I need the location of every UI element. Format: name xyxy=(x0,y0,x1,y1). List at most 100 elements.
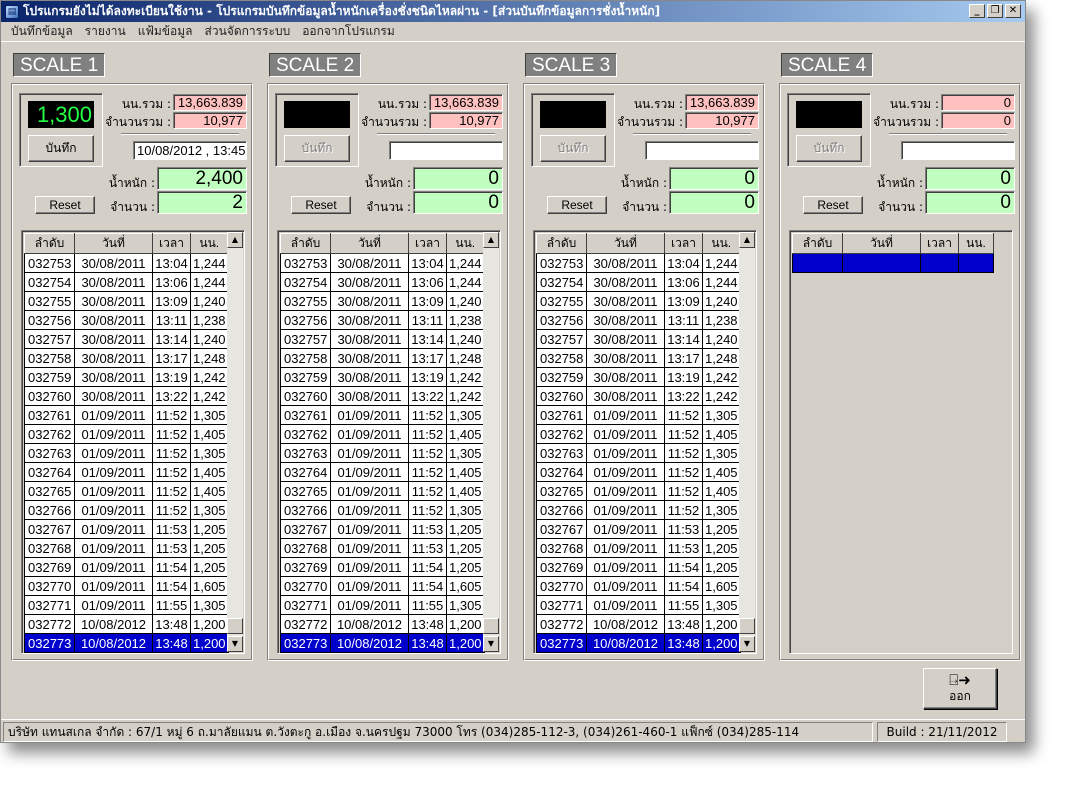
grid-column-header[interactable]: เวลา xyxy=(664,233,703,254)
table-row[interactable]: 032754 30/08/2011 13:06 1,244 xyxy=(24,272,229,292)
table-row[interactable]: 032760 30/08/2011 13:22 1,242 xyxy=(280,386,485,406)
grid-column-header[interactable]: วันที่ xyxy=(586,233,665,254)
scroll-up-icon[interactable]: ▲ xyxy=(739,232,755,248)
table-row[interactable]: 032763 01/09/2011 11:52 1,305 xyxy=(280,443,485,463)
grid-column-header[interactable]: นน. xyxy=(190,233,229,254)
grid-column-header[interactable]: เวลา xyxy=(920,233,959,254)
grid-column-header[interactable]: นน. xyxy=(702,233,741,254)
table-row[interactable]: 032762 01/09/2011 11:52 1,405 xyxy=(280,424,485,444)
table-row[interactable]: 032761 01/09/2011 11:52 1,305 xyxy=(536,405,741,425)
scale-1-reset-button[interactable]: Reset xyxy=(35,196,95,214)
table-row[interactable]: 032756 30/08/2011 13:11 1,238 xyxy=(536,310,741,330)
menu-exit[interactable]: ออกจากโปรแกรม xyxy=(296,22,401,41)
table-row-empty[interactable] xyxy=(792,253,994,273)
title-bar[interactable]: ▤ โปรแกรมยังไม่ได้ลงทะเบียนใช้งาน - โปรแ… xyxy=(1,1,1025,22)
table-row[interactable]: 032757 30/08/2011 13:14 1,240 xyxy=(280,329,485,349)
grid-column-header[interactable]: ลำดับ xyxy=(536,233,587,254)
grid-column-header[interactable]: ลำดับ xyxy=(24,233,75,254)
table-row[interactable]: 032766 01/09/2011 11:52 1,305 xyxy=(536,500,741,520)
table-row[interactable]: 032769 01/09/2011 11:54 1,205 xyxy=(280,557,485,577)
scroll-down-icon[interactable]: ▼ xyxy=(739,636,755,652)
table-row[interactable]: 032755 30/08/2011 13:09 1,240 xyxy=(536,291,741,311)
table-row[interactable]: 032759 30/08/2011 13:19 1,242 xyxy=(24,367,229,387)
table-row[interactable]: 032760 30/08/2011 13:22 1,242 xyxy=(24,386,229,406)
table-row[interactable]: 032770 01/09/2011 11:54 1,605 xyxy=(280,576,485,596)
scroll-down-icon[interactable]: ▼ xyxy=(227,636,243,652)
table-row[interactable]: 032765 01/09/2011 11:52 1,405 xyxy=(280,481,485,501)
grid-column-header[interactable]: วันที่ xyxy=(74,233,153,254)
table-row[interactable]: 032754 30/08/2011 13:06 1,244 xyxy=(536,272,741,292)
table-row[interactable]: 032767 01/09/2011 11:53 1,205 xyxy=(24,519,229,539)
table-row[interactable]: 032761 01/09/2011 11:52 1,305 xyxy=(280,405,485,425)
scale-4-reset-button[interactable]: Reset xyxy=(803,196,863,214)
table-row[interactable]: 032753 30/08/2011 13:04 1,244 xyxy=(280,253,485,273)
close-button[interactable]: ✕ xyxy=(1005,4,1021,18)
table-row[interactable]: 032753 30/08/2011 13:04 1,244 xyxy=(24,253,229,273)
scale-1-records-grid[interactable]: ลำดับ วันที่ เวลา นน. 032753 30/08/2011 13:04 1… xyxy=(21,230,245,654)
table-row[interactable]: 032770 01/09/2011 11:54 1,605 xyxy=(536,576,741,596)
table-row[interactable]: 032767 01/09/2011 11:53 1,205 xyxy=(536,519,741,539)
scale-3-scrollbar[interactable]: ▲ ▼ xyxy=(739,232,755,652)
scroll-up-icon[interactable]: ▲ xyxy=(483,232,499,248)
table-row[interactable]: 032771 01/09/2011 11:55 1,305 xyxy=(24,595,229,615)
table-row[interactable]: 032759 30/08/2011 13:19 1,242 xyxy=(280,367,485,387)
table-row[interactable]: 032758 30/08/2011 13:17 1,248 xyxy=(280,348,485,368)
table-row[interactable]: 032764 01/09/2011 11:52 1,405 xyxy=(536,462,741,482)
scale-1-save-button[interactable]: บันทึก xyxy=(28,135,94,162)
grid-column-header[interactable]: วันที่ xyxy=(330,233,409,254)
grid-column-header[interactable]: ลำดับ xyxy=(280,233,331,254)
scale-4-save-button[interactable]: บันทึก xyxy=(796,135,862,162)
scroll-up-icon[interactable]: ▲ xyxy=(227,232,243,248)
table-row[interactable]: 032757 30/08/2011 13:14 1,240 xyxy=(24,329,229,349)
table-row[interactable]: 032773 10/08/2012 13:48 1,200 xyxy=(24,633,229,653)
table-row[interactable]: 032768 01/09/2011 11:53 1,205 xyxy=(280,538,485,558)
table-row[interactable]: 032773 10/08/2012 13:48 1,200 xyxy=(280,633,485,653)
table-row[interactable]: 032772 10/08/2012 13:48 1,200 xyxy=(536,614,741,634)
table-row[interactable]: 032755 30/08/2011 13:09 1,240 xyxy=(280,291,485,311)
scale-3-save-button[interactable]: บันทึก xyxy=(540,135,606,162)
scale-2-records-grid[interactable]: ลำดับ วันที่ เวลา นน. 032753 30/08/2011 13:04 1… xyxy=(277,230,501,654)
table-row[interactable]: 032755 30/08/2011 13:09 1,240 xyxy=(24,291,229,311)
table-row[interactable]: 032762 01/09/2011 11:52 1,405 xyxy=(536,424,741,444)
restore-button[interactable]: ❐ xyxy=(987,4,1003,18)
table-row[interactable]: 032768 01/09/2011 11:53 1,205 xyxy=(24,538,229,558)
menu-record[interactable]: บันทึกข้อมูล xyxy=(5,22,79,41)
scale-4-records-grid[interactable]: ลำดับ วันที่ เวลา นน. xyxy=(789,230,1013,654)
table-row[interactable]: 032771 01/09/2011 11:55 1,305 xyxy=(280,595,485,615)
table-row[interactable]: 032765 01/09/2011 11:52 1,405 xyxy=(536,481,741,501)
minimize-button[interactable]: _ xyxy=(969,4,985,18)
grid-column-header[interactable]: นน. xyxy=(958,233,994,254)
grid-column-header[interactable]: เวลา xyxy=(408,233,447,254)
table-row[interactable]: 032762 01/09/2011 11:52 1,405 xyxy=(24,424,229,444)
scale-2-save-button[interactable]: บันทึก xyxy=(284,135,350,162)
menu-data-file[interactable]: แฟ้มข้อมูล xyxy=(132,22,199,41)
table-row[interactable]: 032771 01/09/2011 11:55 1,305 xyxy=(536,595,741,615)
menu-system[interactable]: ส่วนจัดการระบบ xyxy=(199,22,297,41)
scroll-thumb[interactable] xyxy=(483,618,499,634)
grid-column-header[interactable]: เวลา xyxy=(152,233,191,254)
table-row[interactable]: 032772 10/08/2012 13:48 1,200 xyxy=(24,614,229,634)
scale-3-records-grid[interactable]: ลำดับ วันที่ เวลา นน. 032753 30/08/2011 13:04 1… xyxy=(533,230,757,654)
table-row[interactable]: 032770 01/09/2011 11:54 1,605 xyxy=(24,576,229,596)
scroll-thumb[interactable] xyxy=(739,618,755,634)
table-row[interactable]: 032759 30/08/2011 13:19 1,242 xyxy=(536,367,741,387)
table-row[interactable]: 032760 30/08/2011 13:22 1,242 xyxy=(536,386,741,406)
table-row[interactable]: 032765 01/09/2011 11:52 1,405 xyxy=(24,481,229,501)
table-row[interactable]: 032757 30/08/2011 13:14 1,240 xyxy=(536,329,741,349)
table-row[interactable]: 032767 01/09/2011 11:53 1,205 xyxy=(280,519,485,539)
menu-report[interactable]: รายงาน xyxy=(79,22,132,41)
table-row[interactable]: 032769 01/09/2011 11:54 1,205 xyxy=(536,557,741,577)
table-row[interactable]: 032763 01/09/2011 11:52 1,305 xyxy=(24,443,229,463)
table-row[interactable]: 032764 01/09/2011 11:52 1,405 xyxy=(280,462,485,482)
table-row[interactable]: 032772 10/08/2012 13:48 1,200 xyxy=(280,614,485,634)
table-row[interactable]: 032766 01/09/2011 11:52 1,305 xyxy=(280,500,485,520)
scroll-thumb[interactable] xyxy=(227,618,243,634)
table-row[interactable]: 032761 01/09/2011 11:52 1,305 xyxy=(24,405,229,425)
grid-column-header[interactable]: ลำดับ xyxy=(792,233,843,254)
exit-button[interactable]: ⍈➜ ออก xyxy=(923,668,997,709)
app-icon[interactable]: ▤ xyxy=(5,4,19,19)
table-row[interactable]: 032758 30/08/2011 13:17 1,248 xyxy=(536,348,741,368)
table-row[interactable]: 032753 30/08/2011 13:04 1,244 xyxy=(536,253,741,273)
grid-column-header[interactable]: นน. xyxy=(446,233,485,254)
table-row[interactable]: 032773 10/08/2012 13:48 1,200 xyxy=(536,633,741,653)
